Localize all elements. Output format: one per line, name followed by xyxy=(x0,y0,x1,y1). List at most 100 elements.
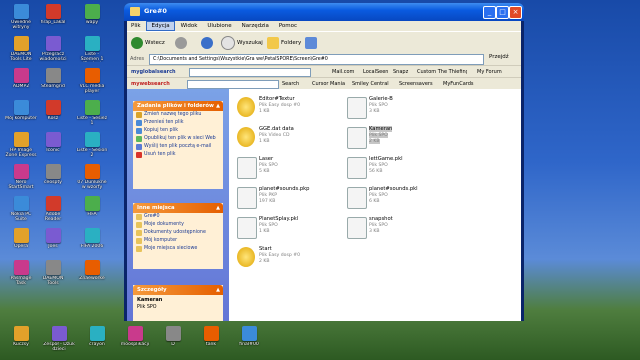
desktop-icon[interactable]: Adobe Reader xyxy=(37,196,69,222)
place-link[interactable]: Moje miejsca sieciowe xyxy=(133,245,223,253)
menu-edit[interactable]: Edycja xyxy=(146,21,175,31)
menu-file[interactable]: Plik xyxy=(127,22,145,30)
desktop-icon[interactable]: ADMP2 xyxy=(5,68,37,94)
file-item[interactable]: Kameran Plik SPO 2 KB xyxy=(347,125,447,153)
desktop-icon[interactable]: D xyxy=(157,326,189,352)
desktop-icon[interactable]: Opera xyxy=(5,228,37,254)
desktop-icon[interactable]: Steamgrid xyxy=(37,68,69,94)
desktop-icon[interactable]: 07 Dunlukne w wzorfy xyxy=(76,164,108,190)
searchbar-brand[interactable]: mywebsearch xyxy=(131,81,170,87)
desktop-icon[interactable]: Liste - Sesiez 1 xyxy=(76,100,108,126)
desktop-icon[interactable]: Kuczsy xyxy=(5,326,37,352)
desktop-icon[interactable]: Zespół - Dzuk dzieci xyxy=(43,326,75,352)
maximize-button[interactable]: □ xyxy=(496,6,509,19)
task-link[interactable]: Zmień nazwę tego pliku xyxy=(133,111,223,119)
desktop-icon[interactable]: Nokia PC Suite xyxy=(5,196,37,222)
desktop-icon[interactable]: moosplikacji xyxy=(119,326,151,352)
desktop-icon[interactable]: Uwiedne witryny xyxy=(5,4,37,30)
place-link[interactable]: Moje dokumenty xyxy=(133,221,223,229)
menu-view[interactable]: Widok xyxy=(177,22,202,30)
file-item[interactable]: Editor#Textur Plik Easy dosp #0 1 KB xyxy=(237,95,337,123)
desktop-icon[interactable]: Pasmage Task xyxy=(5,260,37,286)
file-type: Plik SPO xyxy=(369,103,388,108)
folders-button[interactable]: Foldery xyxy=(267,36,301,50)
desktop-icon[interactable]: Liste - Szemen 1 (Engine) xyxy=(76,36,108,62)
collapse-icon[interactable]: ▲ xyxy=(216,101,220,111)
desktop-icon[interactable]: Przegracz wiadomości xyxy=(37,36,69,62)
task-link[interactable]: Kopiuj ten plik xyxy=(133,127,223,135)
close-button[interactable]: × xyxy=(509,6,522,19)
desktop-icon[interactable]: Znaeworke xyxy=(76,260,108,286)
desktop-icon[interactable]: FIFA 2006 xyxy=(76,228,108,254)
minimize-button[interactable]: _ xyxy=(483,6,496,19)
desktop-icon[interactable]: Kosz xyxy=(37,100,69,126)
file-item[interactable]: Start Plik Easy dosp #0 2 KB xyxy=(237,245,337,273)
searchbar-input[interactable] xyxy=(187,80,279,89)
menu-favorites[interactable]: Ulubione xyxy=(203,22,235,30)
desktop-icon[interactable]: Mój komputer xyxy=(5,100,37,126)
task-link[interactable]: Przenieś ten plik xyxy=(133,119,223,127)
desktop-icon[interactable]: crayon xyxy=(81,326,113,352)
places-panel-header[interactable]: Inne miejsca ▲ xyxy=(133,203,223,213)
views-button[interactable] xyxy=(305,36,317,50)
desktop-icon[interactable]: tank xyxy=(195,326,227,352)
webbar-search-input[interactable] xyxy=(189,68,311,77)
place-link[interactable]: Gre#0 xyxy=(133,213,223,221)
webbar-item-2[interactable]: LocalSeen xyxy=(363,69,388,75)
desktop-icon[interactable]: wapy xyxy=(76,4,108,30)
desktop-icon[interactable]: FIFA xyxy=(76,196,108,222)
file-item[interactable]: lettGame.pkl Plik SPO 56 KB xyxy=(347,155,447,183)
file-item[interactable]: Galerie-B Plik SPO 3 KB xyxy=(347,95,447,123)
searchbar-search-button[interactable]: Search xyxy=(282,81,299,87)
webbar-item-5[interactable]: My Forum xyxy=(477,69,502,75)
desktop-icon[interactable]: hrap_Lakal xyxy=(37,4,69,30)
desktop-icon[interactable]: HP Image Zone Express xyxy=(5,132,37,158)
desktop-icon[interactable]: DAEMON Tools xyxy=(37,260,69,286)
searchbar-item-4[interactable]: MyFunCards xyxy=(443,81,474,87)
desktop-icon[interactable]: Nero StartSmart xyxy=(5,164,37,190)
file-item[interactable]: PlanetSplay.pkl Plik SPO 1 KB xyxy=(237,215,337,243)
place-link[interactable]: Dokumenty udostępnione xyxy=(133,229,223,237)
desktop-icon[interactable]: Liste - Sesion 2 xyxy=(76,132,108,158)
forward-button[interactable] xyxy=(175,36,187,50)
menu-help[interactable]: Pomoc xyxy=(275,22,301,30)
file-item[interactable]: GGE.dat data Plik Video CD 1 KB xyxy=(237,125,337,153)
desktop-app-icon xyxy=(45,196,61,211)
searchbar-item-3[interactable]: Screensavers xyxy=(399,81,433,87)
up-button[interactable] xyxy=(201,36,213,50)
webbar-item-1[interactable]: Mail.com xyxy=(332,69,354,75)
desktop-icon[interactable]: DAEMON Tools Lite xyxy=(5,36,37,62)
task-link[interactable]: Opublikuj ten plik w sieci Web xyxy=(133,135,223,143)
desktop-icon[interactable]: Iconic xyxy=(37,132,69,158)
details-panel-header[interactable]: Szczegóły ▲ xyxy=(133,285,223,295)
desktop-icon[interactable]: ceospty xyxy=(37,164,69,190)
desktop-icon[interactable]: Joes xyxy=(37,228,69,254)
tasks-panel-header[interactable]: Zadania plików i folderów ▲ xyxy=(133,101,223,111)
file-item[interactable]: Laser Plik SPO 5 KB xyxy=(237,155,337,183)
details-type: Plik SPO xyxy=(137,305,157,310)
collapse-icon[interactable]: ▲ xyxy=(216,285,220,295)
address-input[interactable]: C:\Documents and Settings\Wszystkie\Gra … xyxy=(149,54,484,65)
search-button[interactable]: Wyszukaj xyxy=(221,36,263,50)
task-link-label: Przenieś ten plik xyxy=(144,120,184,125)
webbar-item-3[interactable]: Snapz xyxy=(393,69,408,75)
place-link[interactable]: Mój komputer xyxy=(133,237,223,245)
searchbar-item-2[interactable]: Smiley Central xyxy=(352,81,389,87)
webbar-item-4[interactable]: Custom The Thiefing xyxy=(417,69,467,75)
task-link[interactable]: Usuń ten plik xyxy=(133,151,223,159)
title-bar[interactable]: Gre#0 _ □ × xyxy=(124,3,524,21)
file-item[interactable]: snapshot Plik SPO 3 KB xyxy=(347,215,447,243)
searchbar-item-1[interactable]: Cursor Mania xyxy=(312,81,345,87)
file-item[interactable]: planet#sounds.pkp Plik PKP 197 KB xyxy=(237,185,337,213)
back-button[interactable]: Wstecz xyxy=(131,36,165,50)
desktop-icon[interactable]: VLC media player xyxy=(76,68,108,94)
file-size: 2 KB xyxy=(259,259,270,264)
webbar-brand[interactable]: myglobalsearch xyxy=(131,69,176,75)
task-link[interactable]: Wyślij ten plik pocztą e-mail xyxy=(133,143,223,151)
desktop-icon[interactable]: final#00 xyxy=(233,326,265,352)
file-item[interactable]: planet#sounds.pkl Plik SPO 6 KB xyxy=(347,185,447,213)
menu-tools[interactable]: Narzędzia xyxy=(238,22,273,30)
collapse-icon[interactable]: ▲ xyxy=(216,203,220,213)
desktop-icon-label: FIFA xyxy=(87,212,97,217)
go-button[interactable]: Przejdź xyxy=(489,54,509,60)
